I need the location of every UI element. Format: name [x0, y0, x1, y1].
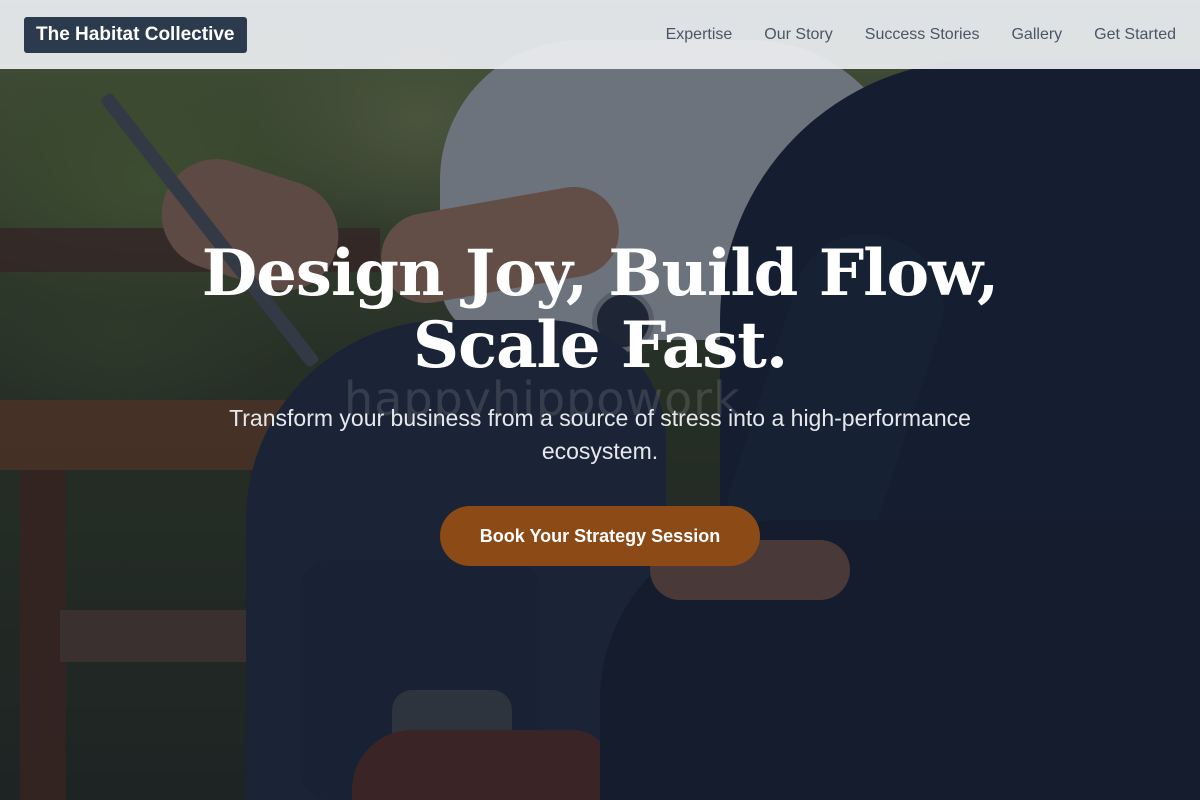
nav-link-our-story[interactable]: Our Story: [764, 26, 832, 44]
hero-background-image: happyhippowork: [0, 0, 1200, 800]
nav-link-get-started[interactable]: Get Started: [1094, 26, 1176, 44]
top-navbar: The Habitat Collective Expertise Our Sto…: [0, 0, 1200, 69]
hero-headline-line2: Scale Fast.: [412, 308, 788, 383]
hero-subheadline: Transform your business from a source of…: [229, 405, 971, 464]
hero-headline: Design Joy, Build Flow, Scale Fast.: [0, 238, 1200, 382]
book-strategy-session-button[interactable]: Book Your Strategy Session: [440, 506, 760, 566]
main-nav: Expertise Our Story Success Stories Gall…: [666, 26, 1176, 44]
brand-logo[interactable]: The Habitat Collective: [24, 16, 247, 53]
hero-headline-line1: Design Joy, Build Flow,: [201, 236, 1000, 311]
nav-link-success-stories[interactable]: Success Stories: [865, 26, 980, 44]
nav-link-gallery[interactable]: Gallery: [1011, 26, 1062, 44]
nav-link-expertise[interactable]: Expertise: [666, 26, 733, 44]
